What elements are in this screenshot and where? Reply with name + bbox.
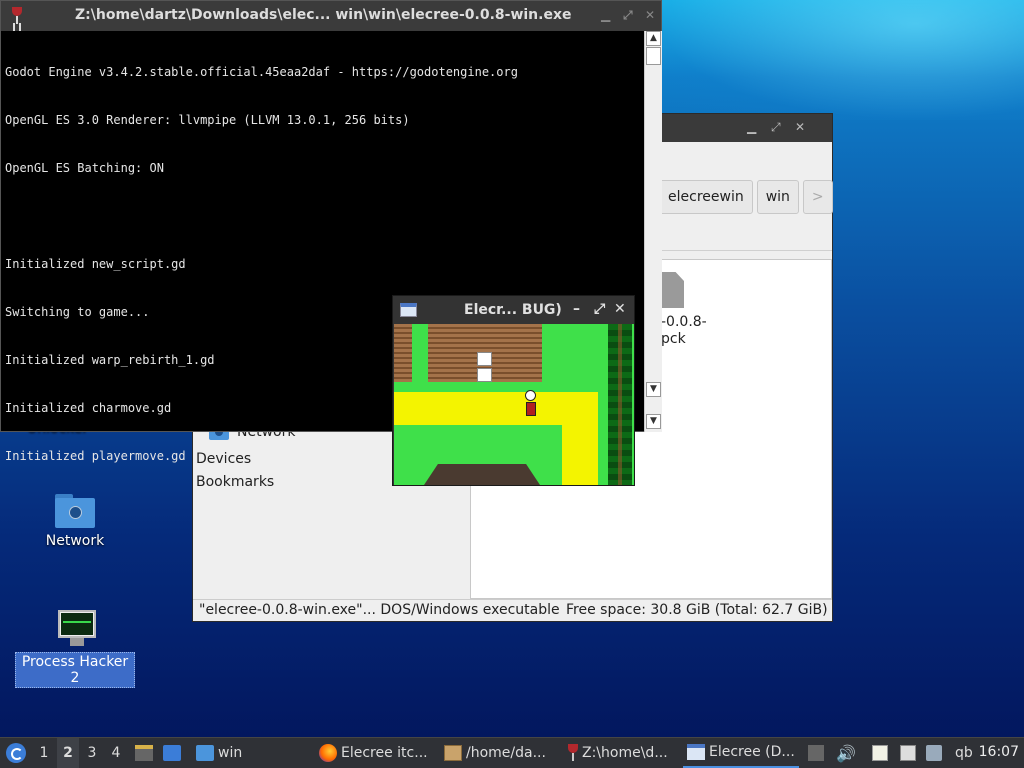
workspace-4[interactable]: 4: [105, 738, 127, 768]
close-icon[interactable]: ✕: [614, 301, 626, 317]
dark-roof: [424, 464, 540, 485]
console-line: Godot Engine v3.4.2.stable.official.45ea…: [5, 65, 518, 79]
console-titlebar[interactable]: Z:\home\dartz\Downloads\elec... win\win\…: [1, 1, 661, 31]
eject-icon: [808, 745, 824, 761]
minimize-icon[interactable]: ▁: [747, 120, 756, 134]
task-label: Z:\home\d...: [582, 745, 668, 761]
task-label: win: [218, 745, 243, 761]
maximize-icon[interactable]: ⤢: [623, 8, 633, 23]
breadcrumb-forward-button[interactable]: >: [802, 180, 833, 214]
game-viewport[interactable]: [394, 324, 634, 485]
network-status-icon: [926, 745, 942, 761]
tray-clipboard[interactable]: [872, 738, 888, 768]
volume-icon: 🔊: [836, 743, 856, 763]
yellow-path-vertical: [562, 392, 598, 485]
desktop-icon-network[interactable]: Network: [15, 492, 135, 550]
toolbar-divider: [662, 250, 832, 251]
close-icon[interactable]: ✕: [795, 120, 805, 134]
wine-icon: [568, 744, 578, 762]
workspace-2[interactable]: 2: [57, 738, 79, 768]
file-name-line1: -0.0.8-: [661, 314, 707, 330]
minimize-icon[interactable]: ▁: [601, 8, 610, 22]
console-scrollbar[interactable]: ▲ ▼ ▼: [644, 31, 662, 432]
tray-keyboard[interactable]: [900, 738, 916, 768]
launcher-file-manager[interactable]: [135, 738, 153, 768]
close-icon[interactable]: ✕: [645, 8, 655, 22]
process-hacker-icon: [52, 608, 98, 648]
workspace-1[interactable]: 1: [33, 738, 55, 768]
network-folder-icon: [55, 492, 95, 528]
game-title: Elecr... BUG): [464, 302, 562, 318]
tray-network[interactable]: [926, 738, 942, 768]
input-method-label: qb: [955, 745, 973, 761]
desktop-icon-label: Network: [45, 533, 105, 549]
clock[interactable]: 16:07: [979, 744, 1019, 760]
game-window: Elecr... BUG) – ⤢ ✕: [392, 295, 635, 486]
status-free-space: Free space: 30.8 GiB (Total: 62.7 GiB): [566, 602, 828, 618]
wooden-wall-left: [394, 324, 412, 382]
task-label: /home/da...: [466, 745, 546, 761]
app-menu-icon: [6, 743, 26, 763]
task-label: Elecree (D...: [709, 744, 795, 760]
desktop-icon-process-hacker[interactable]: Process Hacker 2: [15, 608, 135, 688]
wine-icon: [11, 7, 23, 25]
breadcrumb: elecreewin win >: [659, 180, 833, 214]
console-title: Z:\home\dartz\Downloads\elec... win\win\…: [75, 7, 572, 23]
maximize-icon[interactable]: ⤢: [771, 120, 781, 135]
tray-input-method[interactable]: qb: [955, 738, 973, 768]
player-character-body: [526, 402, 536, 416]
task-label: Elecree itc...: [341, 745, 428, 761]
task-wine-console[interactable]: Z:\home\d...: [564, 738, 682, 768]
desktop-icon-label: Process Hacker 2: [15, 652, 135, 688]
firefox-icon: [319, 744, 337, 762]
minimize-icon[interactable]: –: [573, 301, 580, 317]
scroll-up-button[interactable]: ▲: [646, 31, 661, 46]
scroll-thumb[interactable]: [646, 47, 661, 65]
desktop-icon: [163, 745, 181, 761]
launcher-show-desktop[interactable]: [163, 738, 181, 768]
console-line: Initialized new_script.gd: [5, 257, 186, 271]
console-line: OpenGL ES Batching: ON: [5, 161, 164, 175]
clipboard-icon: [872, 745, 888, 761]
package-icon: [444, 745, 462, 761]
game-titlebar[interactable]: Elecr... BUG) – ⤢ ✕: [393, 296, 634, 324]
scroll-down-button[interactable]: ▼: [646, 382, 661, 397]
console-line: OpenGL ES 3.0 Renderer: llvmpipe (LLVM 1…: [5, 113, 410, 127]
tree-trunk: [618, 324, 622, 485]
task-win[interactable]: win: [192, 738, 302, 768]
wallpaper-highlight: [660, 0, 1024, 120]
file-manager-icon: [135, 745, 153, 761]
workspace-3[interactable]: 3: [81, 738, 103, 768]
app-window-icon: [400, 303, 417, 317]
status-selection: "elecree-0.0.8-win.exe"... DOS/Windows e…: [199, 602, 560, 618]
taskbar: 1 2 3 4 win Elecree itc... /home/da... Z…: [0, 737, 1024, 768]
file-name-line2: pck: [661, 331, 686, 347]
tray-eject[interactable]: [808, 738, 824, 768]
door-upper: [477, 352, 492, 366]
task-home-folder[interactable]: /home/da...: [440, 738, 560, 768]
file-label[interactable]: -0.0.8- pck: [661, 314, 707, 348]
breadcrumb-elecreewin[interactable]: elecreewin: [659, 180, 753, 214]
keyboard-icon: [900, 745, 916, 761]
player-character-head: [525, 390, 536, 401]
breadcrumb-win[interactable]: win: [756, 180, 799, 214]
folder-icon: [196, 745, 214, 761]
scroll-down-button-2[interactable]: ▼: [646, 414, 661, 429]
app-window-icon: [687, 744, 705, 760]
task-firefox[interactable]: Elecree itc...: [315, 738, 435, 768]
task-elecree-game[interactable]: Elecree (D...: [683, 738, 799, 768]
tray-volume[interactable]: 🔊: [836, 738, 856, 768]
maximize-icon[interactable]: ⤢: [594, 301, 605, 317]
status-bar: "elecree-0.0.8-win.exe"... DOS/Windows e…: [193, 599, 832, 621]
door-lower: [477, 368, 492, 382]
start-menu-button[interactable]: [6, 738, 28, 768]
